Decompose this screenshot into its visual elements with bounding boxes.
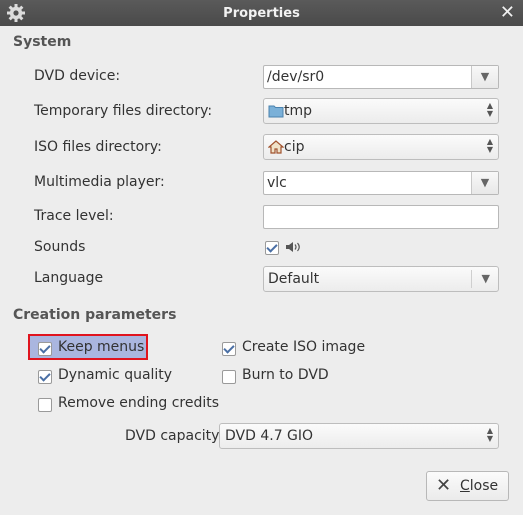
temp-dir-label: Temporary files directory: — [34, 103, 213, 119]
iso-dir-value: cip — [284, 139, 305, 155]
title-bar: Properties ✕ — [0, 0, 523, 26]
close-button[interactable]: ✕ Close — [426, 471, 509, 501]
window-title: Properties — [223, 6, 300, 21]
close-rest: lose — [469, 478, 499, 494]
remove-credits-label[interactable]: Remove ending credits — [58, 395, 219, 411]
spin-arrows-icon: ▲ ▼ — [486, 426, 493, 443]
speaker-icon — [286, 242, 300, 252]
system-heading: System — [13, 34, 72, 50]
checkbox-box[interactable] — [38, 342, 52, 356]
dvd-device-label: DVD device: — [34, 68, 121, 84]
chevron-down-icon[interactable]: ▼ — [471, 66, 498, 88]
burn-dvd-checkbox[interactable]: Burn to DVD — [222, 367, 342, 387]
temp-dir-chooser[interactable]: tmp ▲ ▼ — [263, 98, 499, 124]
language-combo[interactable]: Default ▼ — [263, 266, 499, 292]
remove-credits-checkbox[interactable]: Remove ending credits — [38, 395, 219, 415]
keep-menus-checkbox[interactable]: Keep menus — [38, 339, 148, 359]
chevron-down-icon[interactable]: ▼ — [471, 172, 498, 194]
close-button-label: Close — [460, 478, 498, 494]
player-value[interactable]: vlc — [267, 175, 287, 191]
folder-icon — [268, 105, 284, 118]
spin-arrows-icon: ▲ ▼ — [486, 137, 493, 154]
spin-arrows-icon: ▲ ▼ — [486, 101, 493, 118]
close-icon: ✕ — [436, 475, 452, 496]
close-mnemonic: C — [460, 478, 470, 494]
dvd-device-combo[interactable]: /dev/sr0 ▼ — [263, 65, 499, 89]
checkbox-box[interactable] — [265, 241, 279, 255]
trace-label: Trace level: — [34, 208, 114, 224]
home-icon — [268, 140, 284, 154]
dvd-device-value[interactable]: /dev/sr0 — [267, 69, 324, 85]
close-icon[interactable]: ✕ — [500, 3, 515, 23]
language-label: Language — [34, 270, 104, 286]
checkbox-box[interactable] — [38, 398, 52, 412]
properties-dialog: Properties ✕ System DVD device: /dev/sr0… — [0, 0, 523, 515]
dynamic-quality-checkbox[interactable]: Dynamic quality — [38, 367, 178, 387]
sounds-checkbox[interactable] — [265, 238, 305, 258]
player-combo[interactable]: vlc ▼ — [263, 171, 499, 195]
checkbox-box[interactable] — [38, 370, 52, 384]
dynamic-quality-label[interactable]: Dynamic quality — [58, 367, 172, 383]
language-value: Default — [268, 271, 320, 287]
sounds-label: Sounds — [34, 239, 86, 255]
creation-heading: Creation parameters — [13, 307, 177, 323]
combo-separator — [471, 270, 472, 288]
iso-dir-label: ISO files directory: — [34, 139, 162, 155]
create-iso-checkbox[interactable]: Create ISO image — [222, 339, 372, 359]
create-iso-label[interactable]: Create ISO image — [242, 339, 365, 355]
temp-dir-value: tmp — [284, 103, 313, 119]
capacity-label: DVD capacity — [125, 428, 220, 444]
capacity-combo[interactable]: DVD 4.7 GIO ▲ ▼ — [219, 423, 499, 449]
checkbox-box[interactable] — [222, 342, 236, 356]
chevron-down-icon: ▼ — [481, 272, 490, 285]
capacity-value: DVD 4.7 GIO — [225, 428, 314, 444]
checkbox-box[interactable] — [222, 370, 236, 384]
burn-dvd-label[interactable]: Burn to DVD — [242, 367, 329, 383]
trace-level-input[interactable] — [263, 205, 499, 229]
keep-menus-label[interactable]: Keep menus — [58, 339, 144, 355]
iso-dir-chooser[interactable]: cip ▲ ▼ — [263, 134, 499, 160]
player-label: Multimedia player: — [34, 174, 165, 190]
